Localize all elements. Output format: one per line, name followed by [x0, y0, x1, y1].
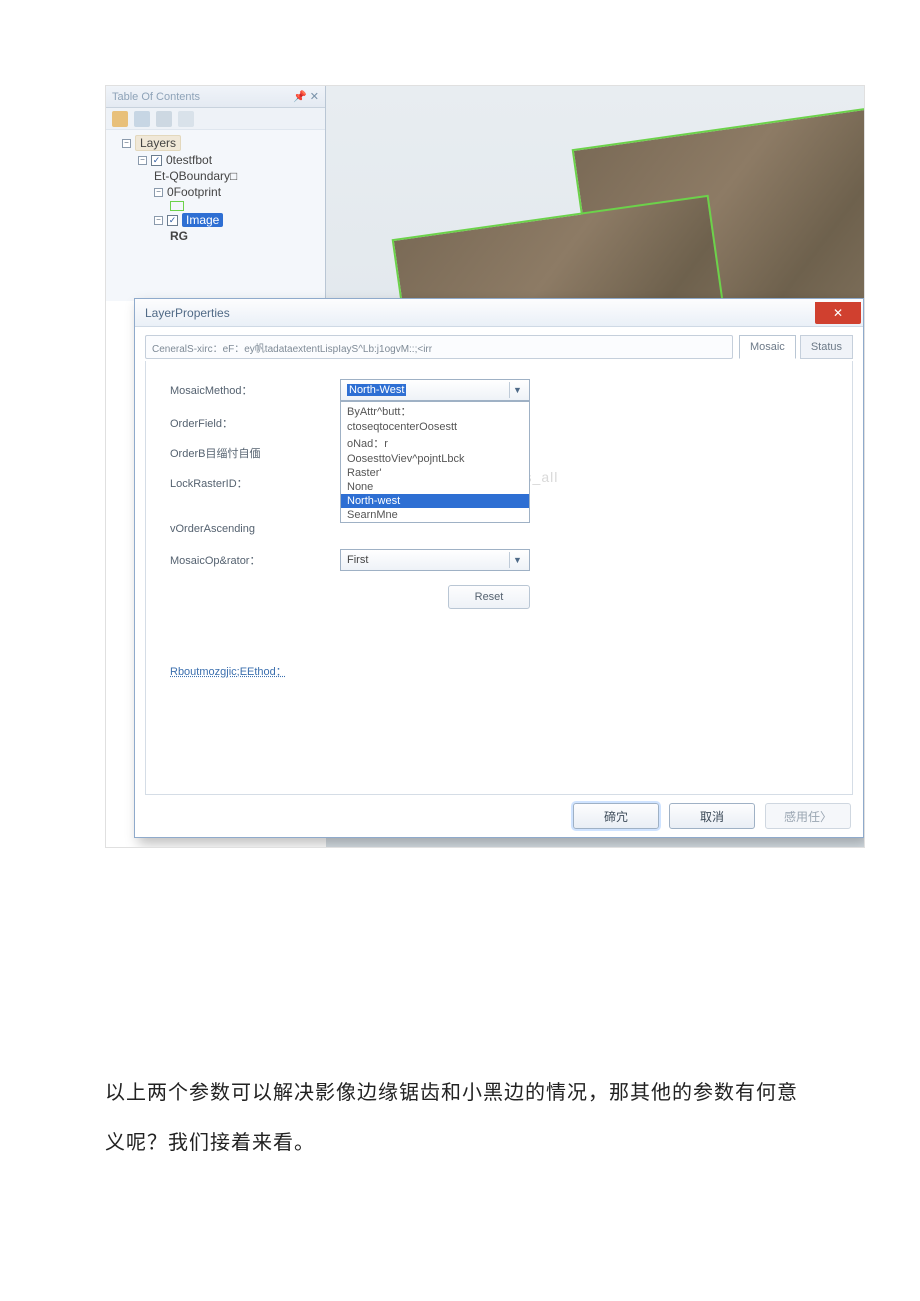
order-ascending-checkbox-label[interactable]: vOrderAscending	[170, 523, 340, 535]
tree-item[interactable]: − ✓ Image	[110, 212, 321, 228]
tabstrip-overflow[interactable]: CeneralS-xirc：eF：ey帆tadataextentLispIayS…	[145, 335, 733, 359]
dropdown-item[interactable]: OosesttoViev^pojntLbck	[341, 452, 529, 466]
toc-list-by-visibility-icon[interactable]	[156, 111, 172, 127]
mosaic-method-value: North-West	[347, 384, 406, 396]
layer-label: Et-QBoundary□	[154, 169, 237, 183]
order-field-label: OrderField：	[170, 415, 340, 431]
article-paragraph: 以上两个参数可以解决影像边缘锯齿和小黑边的情况，那其他的参数有何意义呢？我们接着…	[105, 1068, 815, 1168]
layer-label: 0testfbot	[166, 153, 212, 167]
collapse-icon[interactable]: −	[154, 188, 163, 197]
toc-pin-close[interactable]: 📌 ✕	[293, 90, 319, 103]
chevron-down-icon[interactable]: ▼	[509, 552, 525, 568]
tree-symbol	[110, 200, 321, 212]
layer-properties-dialog: LayerProperties ✕ CeneralS-xirc：eF：ey帆ta…	[134, 298, 864, 838]
dropdown-item[interactable]: SearnMne	[341, 508, 529, 522]
mosaic-operator-label: MosaicOp&rator：	[170, 552, 340, 568]
toc-toolbar	[106, 108, 325, 130]
footprint-symbol-icon	[170, 201, 184, 211]
tree-item[interactable]: Et-QBoundary□	[110, 168, 321, 184]
dialog-title: LayerProperties	[145, 306, 230, 320]
close-icon[interactable]: ✕	[310, 91, 319, 103]
ok-button[interactable]: 碲宂	[573, 803, 659, 829]
app-screenshot: Table Of Contents 📌 ✕ − Layers −	[105, 85, 865, 848]
lock-raster-label: LockRasterID：	[170, 475, 340, 491]
dropdown-item[interactable]: oNad：r	[341, 434, 529, 452]
table-of-contents-panel: Table Of Contents 📌 ✕ − Layers −	[106, 86, 326, 301]
tab-status[interactable]: Status	[800, 335, 853, 359]
tree-item: RG	[110, 228, 321, 244]
dropdown-item[interactable]: None	[341, 480, 529, 494]
dialog-button-bar: 碲宂 取消 感用任〉	[573, 803, 851, 829]
tree-item[interactable]: − ✓ 0testfbot	[110, 152, 321, 168]
toc-list-by-drawing-icon[interactable]	[112, 111, 128, 127]
mosaic-method-select[interactable]: North-West ▼	[340, 379, 530, 401]
tab-mosaic[interactable]: Mosaic	[739, 335, 796, 359]
layer-tree[interactable]: − Layers − ✓ 0testfbot Et-QBoundary□ − 0…	[106, 130, 325, 244]
dropdown-item-selected[interactable]: North-west	[341, 494, 529, 508]
layers-node[interactable]: Layers	[135, 135, 181, 151]
dialog-body: http://blog.csdn.net/arcgis_all MosaicMe…	[145, 361, 853, 795]
pin-icon[interactable]: 📌	[293, 91, 307, 103]
toc-list-by-source-icon[interactable]	[134, 111, 150, 127]
toc-title: Table Of Contents	[112, 91, 200, 103]
dialog-tabs: CeneralS-xirc：eF：ey帆tadataextentLispIayS…	[135, 327, 863, 359]
layer-label-selected[interactable]: Image	[182, 213, 223, 227]
reset-button[interactable]: Reset	[448, 585, 530, 609]
mosaic-operator-value: First	[347, 554, 368, 566]
dropdown-item[interactable]: ctoseqtocenterOosestt	[341, 420, 529, 434]
mosaic-method-dropdown[interactable]: ByAttr^butt： ctoseqtocenterOosestt oNad：…	[340, 401, 530, 523]
dialog-close-button[interactable]: ✕	[815, 302, 861, 324]
layer-label: RG	[170, 229, 188, 243]
chevron-down-icon[interactable]: ▼	[509, 382, 525, 398]
layer-label: 0Footprint	[167, 185, 221, 199]
layer-checkbox[interactable]: ✓	[151, 155, 162, 166]
tree-item[interactable]: − 0Footprint	[110, 184, 321, 200]
close-icon: ✕	[833, 306, 843, 320]
collapse-icon[interactable]: −	[138, 156, 147, 165]
mosaic-operator-select[interactable]: First ▼	[340, 549, 530, 571]
toc-header: Table Of Contents 📌 ✕	[106, 86, 325, 108]
dropdown-item[interactable]: ByAttr^butt：	[341, 402, 529, 420]
order-base-label: OrderB目缁忖自偭	[170, 445, 340, 461]
collapse-icon[interactable]: −	[154, 216, 163, 225]
toc-options-icon[interactable]	[178, 111, 194, 127]
mosaic-method-label: MosaicMethod：	[170, 382, 340, 398]
tree-root[interactable]: − Layers	[110, 134, 321, 152]
apply-button[interactable]: 感用任〉	[765, 803, 851, 829]
collapse-icon[interactable]: −	[122, 139, 131, 148]
cancel-button[interactable]: 取消	[669, 803, 755, 829]
about-mosaic-method-link[interactable]: Rboutmozgjic;EEthod：	[170, 663, 828, 679]
layer-checkbox[interactable]: ✓	[167, 215, 178, 226]
dialog-titlebar[interactable]: LayerProperties ✕	[135, 299, 863, 327]
dropdown-item[interactable]: Raster'	[341, 466, 529, 480]
